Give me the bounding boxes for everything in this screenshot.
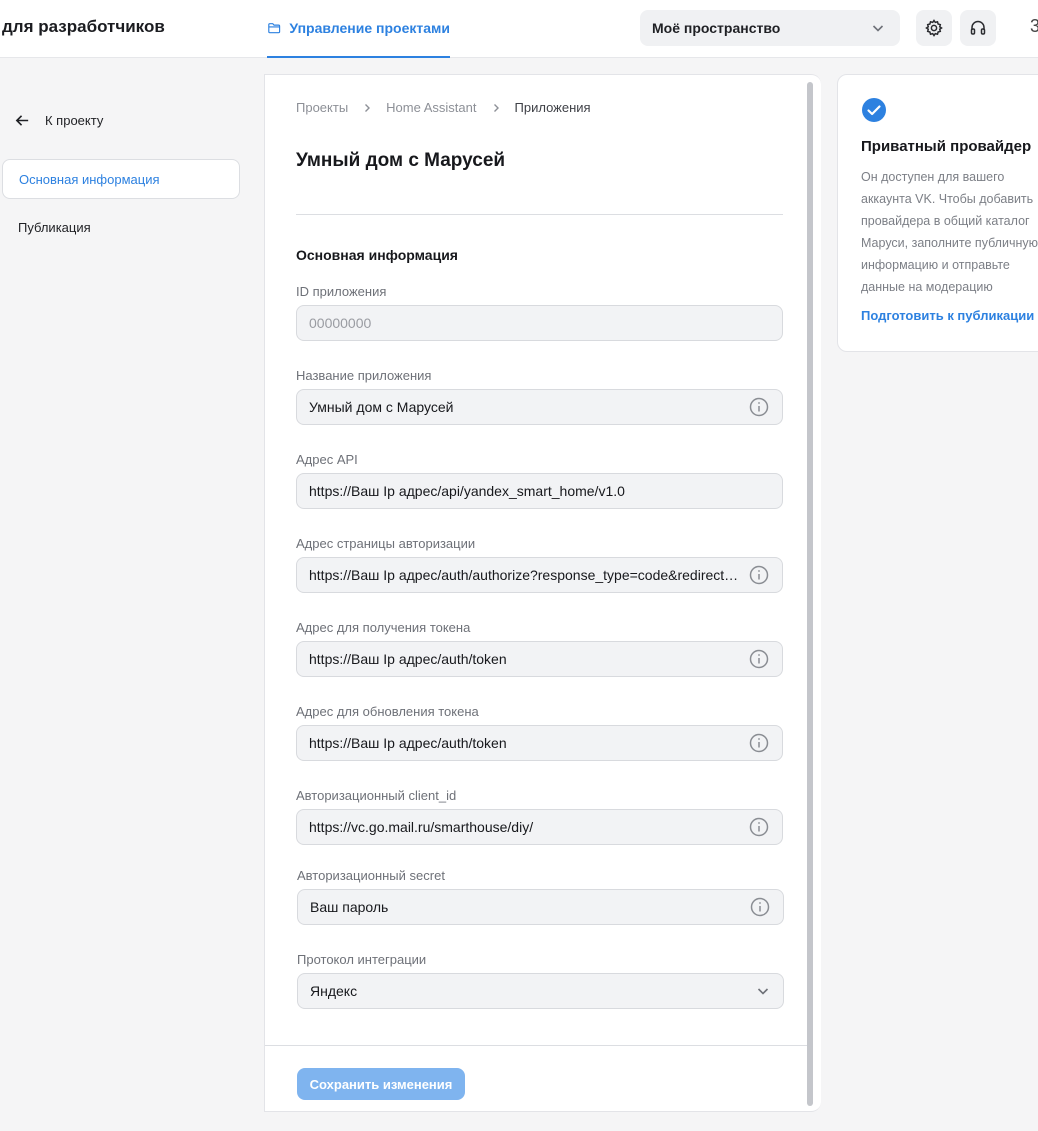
app-name-input[interactable]: Умный дом с Марусей <box>296 389 783 425</box>
app-id-value: 00000000 <box>309 315 372 331</box>
check-circle-icon <box>862 98 886 122</box>
support-button[interactable] <box>960 10 996 46</box>
header-edge-glyph: 3 <box>1030 16 1038 36</box>
app-name-label: Название приложения <box>296 368 432 383</box>
breadcrumb-applications: Приложения <box>514 100 591 115</box>
token-url-input[interactable]: https://Ваш Ip адрес/auth/token <box>296 641 783 677</box>
chevron-right-icon <box>493 103 499 112</box>
api-address-input[interactable]: https://Ваш Ip адрес/api/yandex_smart_ho… <box>296 473 783 509</box>
tab-project-management-label: Управление проектами <box>289 20 450 36</box>
chevron-down-icon <box>757 988 769 995</box>
chevron-down-icon <box>872 25 884 32</box>
info-icon[interactable] <box>748 396 770 418</box>
breadcrumb-projects[interactable]: Проекты <box>296 100 348 115</box>
gear-icon <box>925 19 943 37</box>
client-id-input[interactable]: https://vc.go.mail.ru/smarthouse/diy/ <box>296 809 783 845</box>
arrow-left-icon <box>15 115 29 126</box>
back-to-project-link[interactable]: К проекту <box>14 112 103 129</box>
chevron-right-icon <box>365 103 371 112</box>
auth-page-input[interactable]: https://Ваш Ip адрес/auth/authorize?resp… <box>296 557 783 593</box>
settings-button[interactable] <box>916 10 952 46</box>
info-card-title: Приватный провайдер <box>861 138 1032 155</box>
breadcrumb: Проекты Home Assistant Приложения <box>296 100 591 115</box>
refresh-token-label: Адрес для обновления токена <box>296 704 479 719</box>
footer-divider <box>265 1045 807 1046</box>
refresh-token-value: https://Ваш Ip адрес/auth/token <box>309 735 507 751</box>
sidebar-item-label: Публикация <box>18 219 91 235</box>
sidebar-item-main-info[interactable]: Основная информация <box>2 159 240 199</box>
sidebar-item-publication[interactable]: Публикация <box>2 207 240 247</box>
section-title: Основная информация <box>296 247 458 263</box>
folder-icon <box>268 23 281 34</box>
protocol-select[interactable]: Яндекс <box>297 973 784 1009</box>
breadcrumb-home-assistant[interactable]: Home Assistant <box>386 100 476 115</box>
workspace-select[interactable]: Моё пространство <box>640 10 900 46</box>
info-card-text: Он доступен для вашего аккаунта VK. Чтоб… <box>861 170 1038 294</box>
client-secret-label: Авторизационный secret <box>297 868 445 883</box>
client-secret-value: Ваш пароль <box>310 899 389 915</box>
info-icon[interactable] <box>749 896 771 918</box>
info-icon[interactable] <box>748 732 770 754</box>
divider <box>296 214 783 215</box>
client-id-value: https://vc.go.mail.ru/smarthouse/diy/ <box>309 819 534 835</box>
refresh-token-input[interactable]: https://Ваш Ip адрес/auth/token <box>296 725 783 761</box>
workspace-select-value: Моё пространство <box>652 20 781 36</box>
info-icon[interactable] <box>748 648 770 670</box>
headset-icon <box>970 20 986 35</box>
prepare-publication-link[interactable]: Подготовить к публикации <box>861 308 1034 323</box>
save-changes-button[interactable]: Сохранить изменения <box>297 1068 465 1100</box>
client-id-label: Авторизационный client_id <box>296 788 457 803</box>
brand-title: для разработчиков <box>2 17 165 36</box>
top-header: для разработчиков Управление проектами М… <box>0 0 1038 58</box>
protocol-label: Протокол интеграции <box>297 952 427 967</box>
info-icon[interactable] <box>748 816 770 838</box>
api-address-value: https://Ваш Ip адрес/api/yandex_smart_ho… <box>309 483 625 499</box>
api-address-label: Адрес API <box>296 452 358 467</box>
auth-page-value: https://Ваш Ip адрес/auth/authorize?resp… <box>309 567 740 583</box>
back-to-project-label: К проекту <box>45 113 104 128</box>
tab-project-management[interactable]: Управление проектами <box>267 0 450 58</box>
auth-page-label: Адрес страницы авторизации <box>296 536 476 551</box>
app-id-field: 00000000 <box>296 305 783 341</box>
app-id-label: ID приложения <box>296 284 387 299</box>
sidebar-item-label: Основная информация <box>19 171 160 187</box>
client-secret-input[interactable]: Ваш пароль <box>297 889 784 925</box>
token-url-label: Адрес для получения токена <box>296 620 471 635</box>
page-title: Умный дом с Марусей <box>296 150 506 171</box>
token-url-value: https://Ваш Ip адрес/auth/token <box>309 651 507 667</box>
info-icon[interactable] <box>748 564 770 586</box>
scrollbar[interactable] <box>807 82 813 1106</box>
protocol-select-value: Яндекс <box>310 983 358 999</box>
app-name-value: Умный дом с Марусей <box>309 399 454 415</box>
